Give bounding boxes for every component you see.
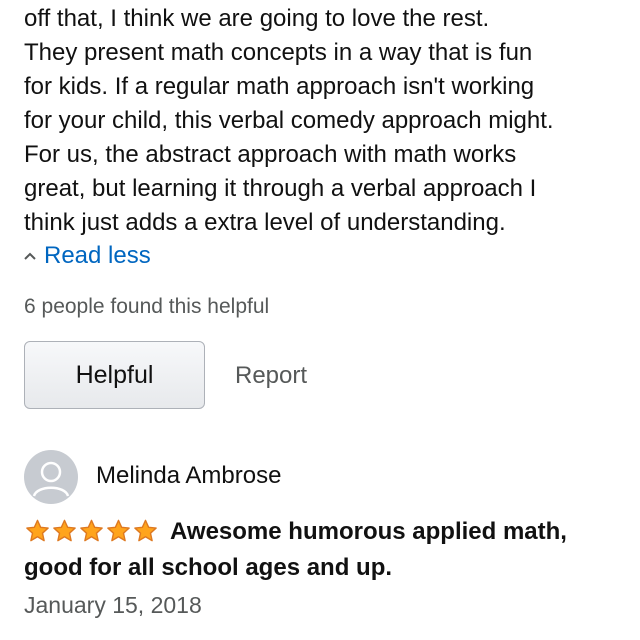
- review-body-line: think just adds a extra level of underst…: [24, 209, 506, 236]
- chevron-up-icon: [24, 252, 36, 260]
- review-body-text: off that, I think we are going to love t…: [24, 2, 624, 240]
- review-body-line: for kids. If a regular math approach isn…: [24, 73, 535, 100]
- star-icon: [80, 519, 103, 542]
- person-avatar-icon: [32, 461, 70, 497]
- review-rating-title-row: Awesome humorous applied math, good for …: [24, 514, 624, 586]
- review-body-line: For us, the abstract approach with math …: [24, 141, 517, 168]
- review-body-line: They present math concepts in a way that…: [24, 39, 533, 66]
- review-body-line: off that, I think we are going to love t…: [24, 5, 490, 32]
- read-less-label: Read less: [44, 242, 151, 269]
- helpful-button[interactable]: Helpful: [24, 341, 205, 409]
- star-icon: [26, 519, 49, 542]
- reviewer-name[interactable]: Melinda Ambrose: [96, 462, 281, 490]
- star-icon: [53, 519, 76, 542]
- read-less-link[interactable]: Read less: [22, 242, 151, 270]
- star-rating[interactable]: [24, 518, 159, 544]
- star-icon: [107, 519, 130, 542]
- report-link[interactable]: Report: [235, 362, 307, 390]
- reviewer-avatar[interactable]: [24, 450, 78, 504]
- review-body-line: great, but learning it through a verbal …: [24, 175, 537, 202]
- review-panel: off that, I think we are going to love t…: [0, 0, 640, 640]
- review-date: January 15, 2018: [24, 592, 202, 618]
- helpful-count: 6 people found this helpful: [24, 295, 270, 318]
- star-icon: [134, 519, 157, 542]
- helpful-button-label: Helpful: [75, 360, 154, 389]
- review-body-line: for your child, this verbal comedy appro…: [24, 107, 554, 134]
